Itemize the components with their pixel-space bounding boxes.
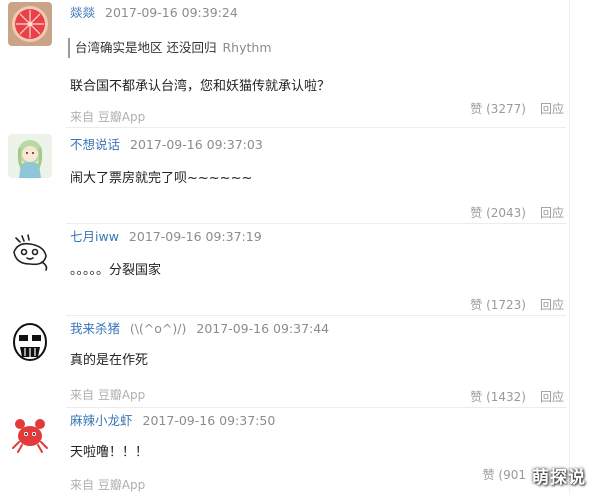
comment-feed: 燚燚 2017-09-16 09:39:24 台湾确实是地区 还没回归 Rhythm… — [0, 0, 594, 494]
source-label: 来自 豆瓣App — [70, 110, 146, 124]
comment-item: 不想说话 2017-09-16 09:37:03 闹大了票房就完了呗~~~~~~ … — [0, 128, 594, 224]
reply-button[interactable]: 回应 — [540, 390, 564, 404]
like-button[interactable]: 赞 (2043) — [470, 206, 526, 220]
username[interactable]: 燚燚 — [70, 5, 95, 20]
comment-text: 。。。。。分裂国家 — [70, 263, 162, 278]
comment-item: 七月iww 2017-09-16 09:37:19 。。。。。分裂国家 赞 (17… — [0, 224, 594, 316]
source-label: 来自 豆瓣App — [70, 388, 146, 402]
like-button[interactable]: 赞 (1432) — [470, 390, 526, 404]
quoted-reply: 台湾确实是地区 还没回归 Rhythm — [68, 38, 272, 58]
like-button[interactable]: 赞 (3277) — [470, 102, 526, 116]
reply-button[interactable]: 回应 — [540, 102, 564, 116]
red-crab-avatar-icon[interactable] — [8, 412, 52, 456]
username[interactable]: 不想说话 — [70, 137, 120, 152]
like-button[interactable]: 赞 (901 — [483, 468, 526, 482]
comment-text: 联合国不都承认台湾，您和妖猫传就承认啦？ — [70, 79, 331, 94]
timestamp: 2017-09-16 09:37:19 — [128, 229, 262, 244]
comment-item: 我来杀猪 (\(^o^)/) 2017-09-16 09:37:44 真的是在作死… — [0, 316, 594, 408]
username[interactable]: 麻辣小龙虾 — [70, 413, 133, 428]
reply-button[interactable]: 回应 — [540, 298, 564, 312]
timestamp: 2017-09-16 09:39:24 — [105, 5, 238, 20]
comment-text: 真的是在作死 — [70, 353, 149, 368]
source-label: 来自 豆瓣App — [70, 478, 146, 492]
timestamp: 2017-09-16 09:37:50 — [142, 413, 276, 428]
comment-item: 麻辣小龙虾 2017-09-16 09:37:50 天啦噜！！！ 来自 豆瓣App… — [0, 408, 594, 494]
cartoon-girl-avatar-icon[interactable] — [8, 134, 52, 178]
comment-text: 闹大了票房就完了呗~~~~~~ — [70, 171, 253, 186]
rage-face-avatar-icon[interactable] — [8, 320, 52, 364]
comment-item: 燚燚 2017-09-16 09:39:24 台湾确实是地区 还没回归 Rhythm… — [0, 0, 594, 128]
like-button[interactable]: 赞 (1723) — [470, 298, 526, 312]
comment-text: 天啦噜！！！ — [70, 445, 149, 460]
username-suffix: (\(^o^)/) — [129, 321, 187, 336]
timestamp: 2017-09-16 09:37:44 — [196, 321, 330, 336]
username[interactable]: 我来杀猪 — [70, 321, 120, 336]
grapefruit-avatar-icon[interactable] — [8, 2, 52, 46]
reply-button[interactable]: 回应 — [540, 206, 564, 220]
watermark-logo: 萌探说 — [532, 468, 586, 488]
quote-text: 台湾确实是地区 还没回归 — [75, 40, 217, 55]
username[interactable]: 七月iww — [70, 229, 119, 244]
timestamp: 2017-09-16 09:37:03 — [130, 137, 263, 152]
quote-author[interactable]: Rhythm — [222, 40, 271, 55]
sketch-creature-avatar-icon[interactable] — [8, 228, 52, 272]
